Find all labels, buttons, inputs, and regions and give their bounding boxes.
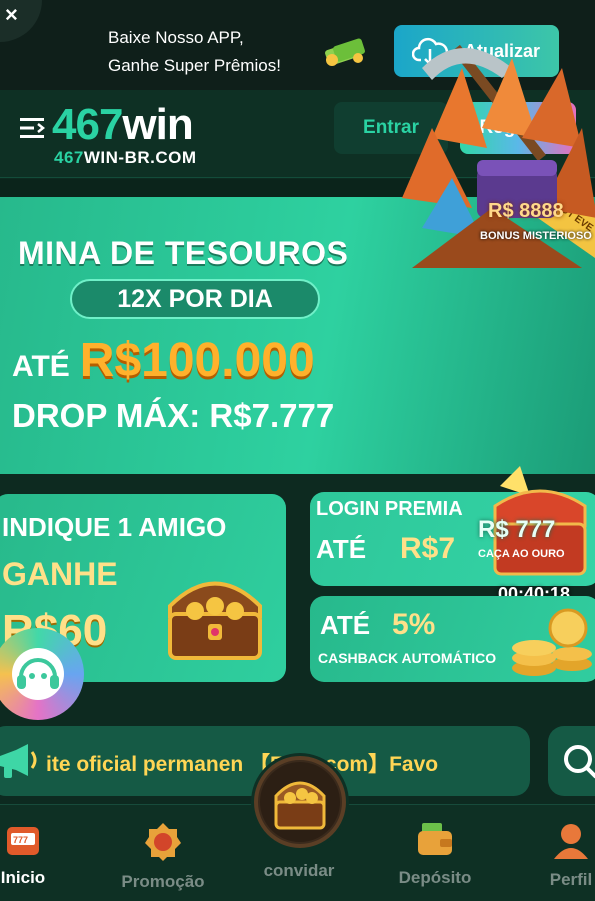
nav-item-inicio[interactable]: 777 Inicio (0, 823, 78, 888)
medal-icon (145, 823, 181, 861)
login-reward-title: LOGIN PREMIA (316, 498, 463, 520)
app-banner-text: Baixe Nosso APP, Ganhe Super Prêmios! (108, 24, 281, 80)
hero-title: MINA DE TESOUROS (18, 235, 349, 271)
referral-title: INDIQUE 1 AMIGO (2, 512, 227, 542)
slot-machine-icon: 777 (7, 827, 39, 855)
nav-item-promocao[interactable]: Promoção (108, 823, 218, 892)
treasure-chest-icon (260, 762, 340, 842)
close-banner-button[interactable]: × (0, 0, 42, 42)
domain-rest: WIN-BR.COM (83, 148, 197, 167)
money-stack-icon (325, 38, 365, 66)
announcement-text: ite oficial permanen 【FF77.com】Favo (46, 753, 439, 776)
nav-item-perfil[interactable]: Perfil (516, 823, 595, 890)
login-reward-amount: R$7 (400, 532, 456, 565)
headset-icon (12, 648, 64, 700)
hero-amount: R$100.000 (79, 334, 315, 387)
nav-item-deposito[interactable]: Depósito (380, 823, 490, 888)
nav-label-convidar: convidar (263, 861, 335, 880)
treasure-chest-icon (168, 581, 262, 660)
hero-frequency-pill: 12X POR DIA (70, 279, 320, 319)
logo[interactable]: 467win (52, 100, 194, 150)
logo-number: 467 (52, 100, 123, 149)
mystery-bonus-amount: R$ 8888 (488, 200, 564, 222)
app-banner-line2: Ganhe Super Prêmios! (108, 56, 281, 75)
megaphone-icon (0, 744, 37, 778)
svg-text:777: 777 (13, 835, 28, 845)
nav-label-perfil: Perfil (549, 870, 593, 889)
menu-icon[interactable] (20, 116, 46, 140)
cashback-ate: ATÉ (320, 610, 371, 640)
close-icon: × (5, 2, 18, 27)
domain-number: 467 (54, 148, 84, 167)
nav-label-deposito: Depósito (398, 868, 472, 887)
cashback-percent: 5% (392, 608, 436, 641)
search-button[interactable] (548, 726, 595, 796)
referral-ganhe: GANHE (2, 556, 118, 592)
nav-label-inicio: Inicio (0, 868, 46, 887)
hero-prize-line: ATÉ R$100.000 (12, 333, 315, 388)
mystery-bonus-label: BONUS MISTERIOSO (480, 230, 592, 242)
app-root: × Baixe Nosso APP, Ganhe Super Prêmios! … (0, 0, 595, 901)
hero-drop-max: DROP MÁX: R$7.777 (12, 397, 335, 434)
coin-stack-icon (512, 608, 592, 676)
nav-item-convidar[interactable]: convidar (244, 855, 354, 881)
hero-ate: ATÉ (12, 350, 70, 383)
search-icon (564, 745, 595, 779)
user-icon (554, 824, 588, 859)
logo-domain: 467WIN-BR.COM (54, 148, 197, 168)
gold-hunt-amount: R$ 777 (478, 516, 556, 543)
cashback-label: CASHBACK AUTOMÁTICO (318, 650, 497, 666)
invite-center-button[interactable] (254, 756, 346, 848)
customer-support-button[interactable] (0, 628, 84, 720)
app-banner-line1: Baixe Nosso APP, (108, 28, 244, 47)
logo-word: win (122, 100, 193, 149)
nav-label-promocao: Promoção (121, 872, 205, 891)
gold-hunt-label: CAÇA AO OURO (478, 548, 565, 560)
login-reward-ate: ATÉ (316, 534, 367, 564)
wallet-icon (418, 823, 452, 855)
